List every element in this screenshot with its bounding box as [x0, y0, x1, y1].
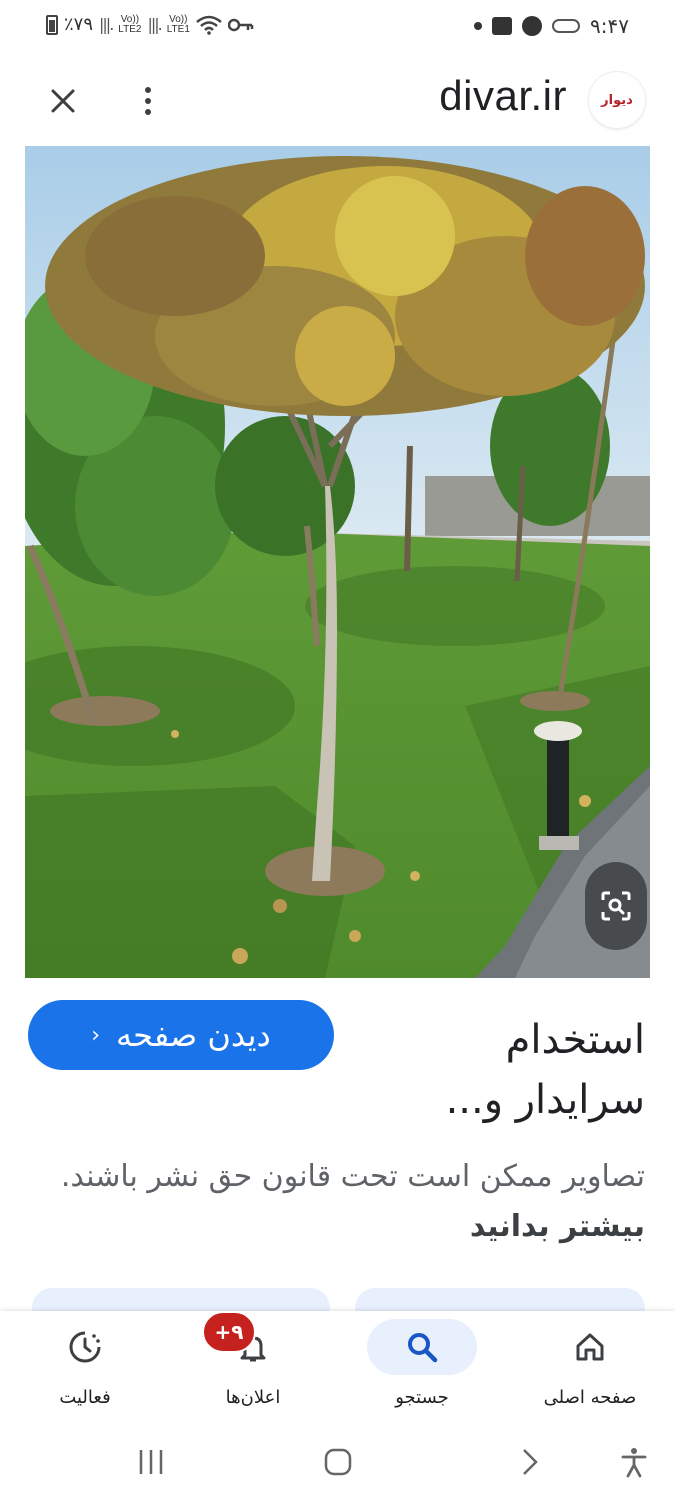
nav-home-icon-wrap	[535, 1319, 645, 1375]
learn-more-link[interactable]: بیشتر بدانید	[470, 1209, 645, 1244]
signal-icon: |||.	[147, 15, 162, 34]
wifi-icon	[196, 15, 222, 35]
activity-icon	[69, 1331, 101, 1363]
nav-notifications-label: اعلان‌ها	[225, 1387, 281, 1408]
accessibility-icon	[621, 1448, 647, 1478]
close-icon	[51, 89, 75, 113]
more-options-button[interactable]	[128, 78, 168, 124]
site-title[interactable]: divar.ir	[439, 72, 567, 120]
nav-search-label: جستجو	[395, 1387, 449, 1408]
copyright-notice: تصاویر ممکن است تحت قانون حق نشر باشند. …	[25, 1152, 645, 1252]
nav-home-label: صفحه اصلی	[543, 1387, 637, 1408]
back-button[interactable]	[512, 1445, 546, 1479]
nav-home[interactable]: صفحه اصلی	[515, 1311, 665, 1423]
home-icon	[576, 1333, 604, 1361]
system-navigation-bar	[0, 1423, 675, 1500]
result-title-line2: سرایدار و...	[445, 1077, 645, 1123]
result-title[interactable]: استخدام سرایدار و...	[345, 1010, 645, 1130]
close-button[interactable]	[40, 78, 86, 124]
site-logo[interactable]: دیوار	[589, 72, 645, 128]
battery-icon	[46, 14, 58, 35]
key-icon	[227, 18, 254, 31]
accessibility-button[interactable]	[617, 1445, 651, 1479]
notification-dot-icon	[474, 22, 483, 30]
clock: ۹:۴۷	[590, 14, 629, 38]
nav-activity[interactable]: فعالیت	[10, 1311, 160, 1423]
more-dot	[145, 98, 151, 104]
sim2-indicator: Vo)) LTE1	[166, 13, 190, 35]
home-circle-icon	[324, 1448, 352, 1476]
status-left: ٪۷۹ |||. Vo)) LTE2 |||. Vo)) LTE1	[46, 14, 254, 35]
chevron-right-icon	[523, 1449, 538, 1475]
result-image[interactable]	[25, 146, 650, 978]
chevron-right-icon: ›	[91, 1022, 100, 1048]
nav-search-icon-wrap	[367, 1319, 477, 1375]
visit-page-button[interactable]: › دیدن صفحه	[28, 1000, 334, 1070]
more-dot	[145, 87, 151, 93]
copyright-text: تصاویر ممکن است تحت قانون حق نشر باشند.	[60, 1159, 645, 1194]
result-title-line1: استخدام	[505, 1017, 645, 1063]
gallery-icon	[492, 17, 513, 35]
status-bar: ٪۷۹ |||. Vo)) LTE2 |||. Vo)) LTE1 ۹:۴۷	[0, 0, 675, 56]
nav-activity-label: فعالیت	[59, 1387, 111, 1408]
visit-page-label: دیدن صفحه	[116, 1016, 271, 1054]
search-icon	[408, 1333, 438, 1363]
more-dot	[145, 109, 151, 115]
home-system-button[interactable]	[321, 1445, 355, 1479]
recent-apps-icon	[139, 1450, 163, 1474]
battery-percent: ٪۷۹	[64, 14, 94, 35]
bottom-navigation: صفحه اصلی جستجو +۹ اعلان‌ها فعالیت	[0, 1311, 675, 1423]
lens-icon	[601, 891, 631, 921]
telegram-icon	[522, 16, 543, 36]
top-bar: divar.ir دیوار	[0, 56, 675, 146]
lens-search-button[interactable]	[585, 862, 647, 950]
signal-icon: |||.	[99, 15, 114, 34]
nav-activity-icon-wrap	[30, 1319, 140, 1375]
app-notification-icon	[552, 19, 581, 33]
recent-apps-button[interactable]	[134, 1445, 168, 1479]
sim1-indicator: Vo)) LTE2	[118, 13, 142, 35]
nav-notifications[interactable]: +۹ اعلان‌ها	[178, 1311, 328, 1423]
nav-search[interactable]: جستجو	[347, 1311, 497, 1423]
tree-photo	[25, 146, 650, 978]
status-right: ۹:۴۷	[474, 14, 629, 38]
notification-badge: +۹	[202, 1311, 256, 1353]
